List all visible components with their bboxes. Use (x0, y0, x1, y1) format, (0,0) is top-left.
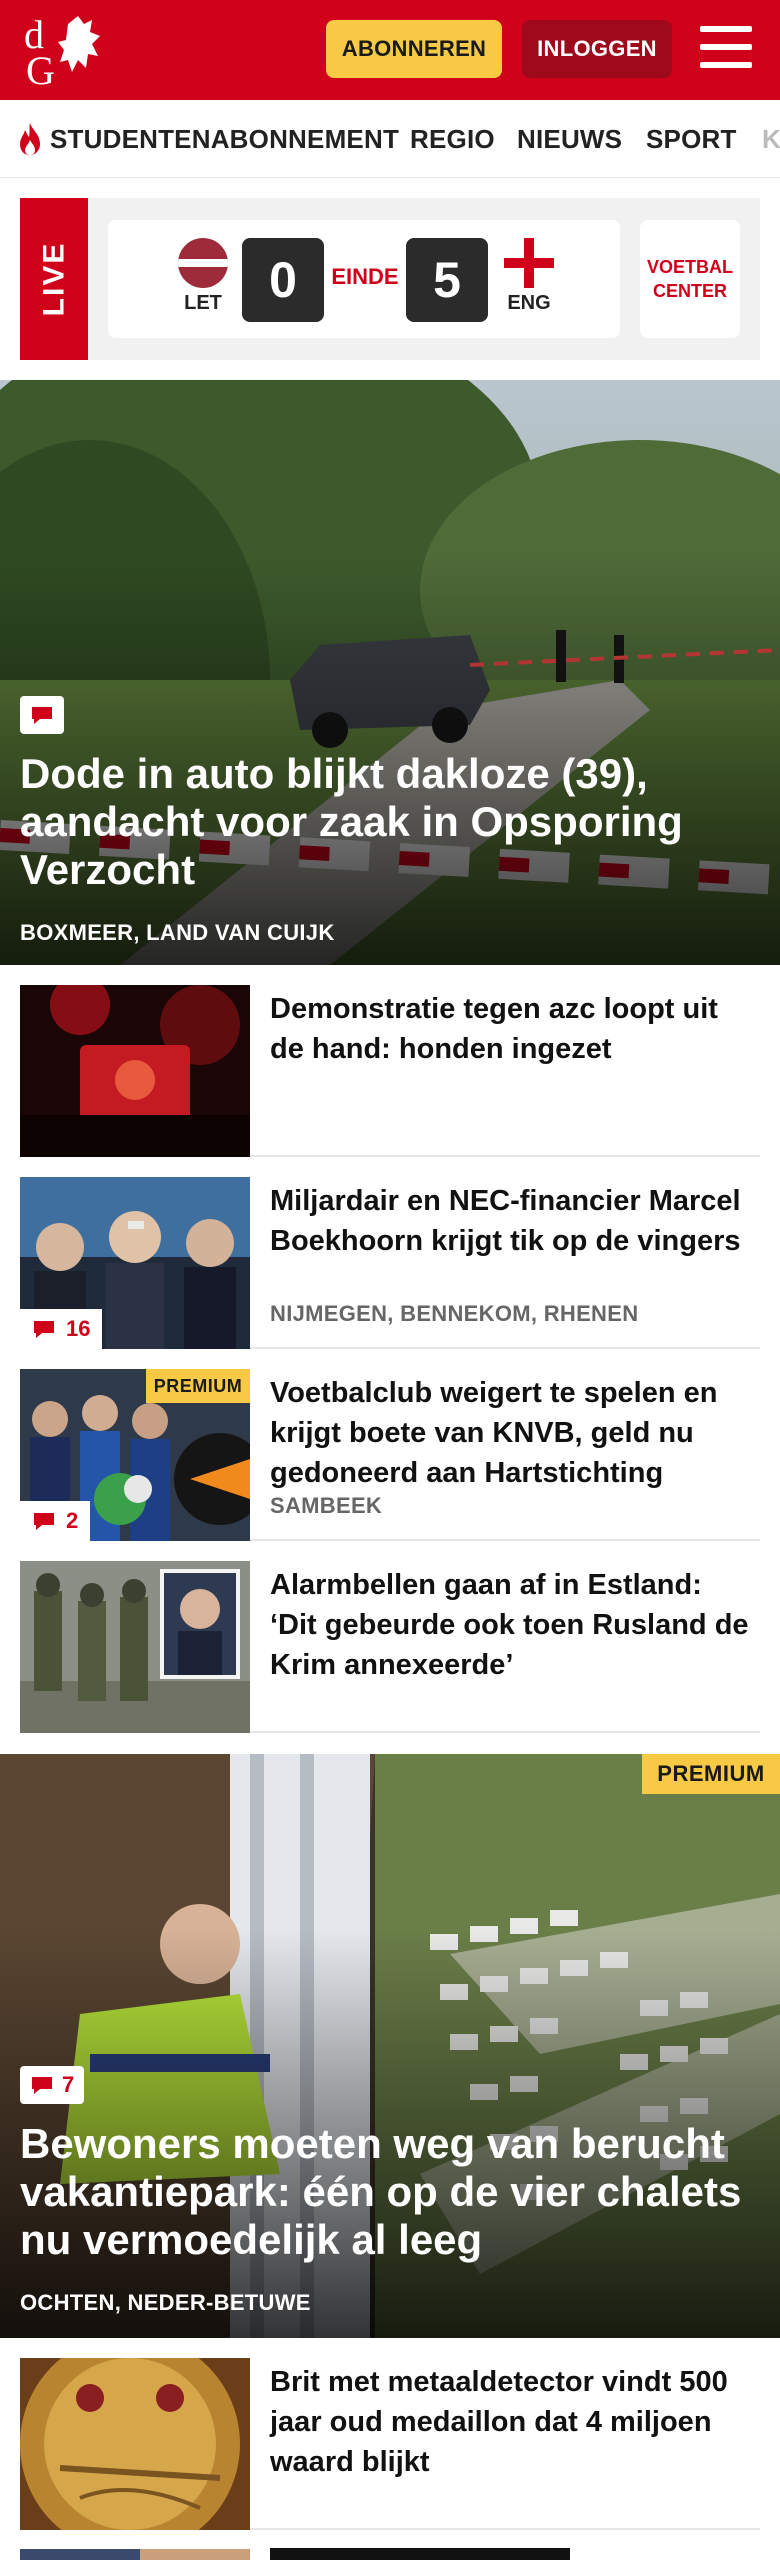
home-team-label: LET (184, 292, 222, 314)
flame-icon (20, 123, 40, 155)
article-headline[interactable]: Miljardair en NEC-financier Marcel Boekh… (270, 1181, 754, 1261)
nav-item-overflow[interactable]: K (762, 124, 780, 155)
latvia-flag-icon (178, 238, 228, 288)
svg-text:G: G (26, 48, 55, 90)
england-flag-icon (504, 238, 554, 288)
list-item[interactable]: Alarmbellen gaan af in Estland: ‘Dit geb… (20, 1561, 760, 1733)
list-item[interactable]: PREMIUM 2 Voetbalclub weigert te spelen … (20, 1369, 760, 1541)
home-score: 0 (242, 238, 324, 322)
comment-badge: 7 (20, 2066, 85, 2104)
nav-item-regio[interactable]: REGIO (410, 124, 495, 155)
nav-item-sport[interactable]: SPORT (646, 124, 737, 155)
nav-item-studentenabonnement[interactable]: STUDENTENABONNEMENT (50, 124, 399, 155)
article-thumbnail (20, 1561, 250, 1733)
next-article-headline-fragment (270, 2548, 670, 2560)
article-thumbnail: 16 (20, 1177, 250, 1349)
list-item[interactable]: 16 Miljardair en NEC-financier Marcel Bo… (20, 1177, 760, 1349)
logo-mark-icon: d G (24, 12, 100, 93)
comment-count: 7 (62, 2072, 75, 2097)
nav-item-nieuws[interactable]: NIEUWS (517, 124, 622, 155)
hero-location: BOXMEER, LAND VAN CUIJK (20, 920, 335, 945)
article-location: NIJMEGEN, BENNEKOM, RHENEN (270, 1301, 639, 1326)
away-score: 5 (406, 238, 488, 322)
score-card[interactable]: LET 0 EINDE 5 ENG (108, 220, 620, 338)
hero-headline[interactable]: Dode in auto blijkt dakloze (39), aandac… (20, 750, 750, 894)
away-team: ENG (494, 238, 564, 315)
list-item[interactable]: Brit met metaaldetector vindt 500 jaar o… (20, 2358, 760, 2530)
menu-icon[interactable] (700, 26, 752, 72)
subscribe-button[interactable]: ABONNEREN (326, 20, 502, 78)
hero-article-1[interactable]: Dode in auto blijkt dakloze (39), aandac… (0, 380, 780, 965)
away-team-label: ENG (507, 292, 551, 314)
comment-badge: 16 (20, 1309, 103, 1349)
thumb-gold-medallion (20, 2358, 250, 2530)
article-headline[interactable]: Brit met metaaldetector vindt 500 jaar o… (270, 2362, 754, 2482)
comment-icon (32, 707, 52, 724)
comment-count: 16 (66, 1316, 91, 1341)
hero-article-2[interactable]: PREMIUM 7 Bewoners moeten weg van beruch… (0, 1754, 780, 2338)
article-headline[interactable]: Alarmbellen gaan af in Estland: ‘Dit geb… (270, 1565, 754, 1685)
site-logo[interactable]: d G (20, 10, 116, 93)
article-location: SAMBEEK (270, 1493, 383, 1518)
hero-location: OCHTEN, NEDER-BETUWE (20, 2290, 311, 2315)
site-header: d G ABONNEREN INLOGGEN (0, 0, 780, 100)
comment-badge: 2 (20, 1501, 91, 1541)
comment-icon (34, 1321, 54, 1338)
list-item[interactable]: Demonstratie tegen azc loopt uit de hand… (20, 985, 760, 1157)
home-team: LET (168, 238, 238, 315)
thumb-next (20, 2549, 250, 2560)
match-status: EINDE (331, 264, 399, 289)
comment-icon (32, 2077, 52, 2094)
voetbal-center-link[interactable]: VOETBAL CENTER (640, 220, 740, 338)
login-button[interactable]: INLOGGEN (522, 20, 672, 78)
live-tag: LIVE (20, 198, 88, 360)
section-nav: STUDENTENABONNEMENT REGIO NIEUWS SPORT K (0, 100, 780, 178)
premium-badge: PREMIUM (642, 1754, 780, 1794)
article-headline[interactable]: Demonstratie tegen azc loopt uit de hand… (270, 989, 754, 1069)
article-headline[interactable]: Voetbalclub weigert te spelen en krijgt … (270, 1373, 754, 1493)
hero-headline[interactable]: Bewoners moeten weg van berucht vakantie… (20, 2120, 750, 2264)
premium-badge: PREMIUM (146, 1369, 250, 1403)
comment-icon (34, 1513, 54, 1530)
thumb-demonstration (20, 985, 250, 1157)
live-score-widget: LIVE LET 0 EINDE 5 ENG VOETBAL CENTER (20, 198, 760, 360)
next-article-thumbnail (20, 2548, 250, 2560)
comment-count: 2 (66, 1508, 79, 1533)
article-thumbnail (20, 985, 250, 1157)
article-thumbnail: PREMIUM 2 (20, 1369, 250, 1541)
article-thumbnail (20, 2358, 250, 2530)
thumb-soldiers-putin (20, 1561, 250, 1733)
comment-badge (20, 696, 64, 734)
